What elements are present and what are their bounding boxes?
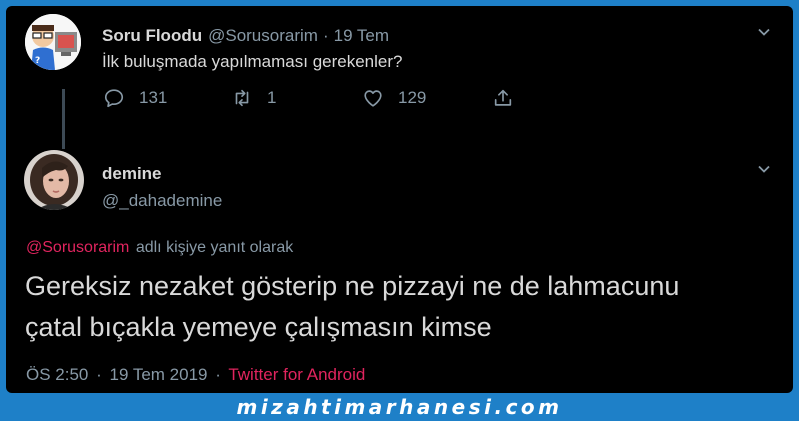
share-action[interactable] xyxy=(492,83,528,113)
watermark-footer: mizahtimarhanesi.com xyxy=(0,393,799,421)
reply-icon xyxy=(104,89,124,108)
tweet-source-link[interactable]: Twitter for Android xyxy=(228,365,365,384)
reply-text-line-2: çatal bıçakla yemeye çalışmasın kimse xyxy=(25,312,492,342)
reply-to-handle-link[interactable]: @Sorusorarim xyxy=(26,239,129,256)
parent-avatar[interactable]: ? xyxy=(25,14,81,70)
thread-connector-line xyxy=(62,89,65,149)
parent-handle[interactable]: @Sorusorarim xyxy=(208,26,318,46)
parent-chevron-down-icon[interactable] xyxy=(756,24,772,40)
meta-separator-2: · xyxy=(215,365,221,384)
parent-display-name[interactable]: Soru Floodu xyxy=(102,26,202,46)
like-count: 129 xyxy=(398,88,427,107)
svg-text:?: ? xyxy=(35,56,40,66)
reply-text-line-1: Gereksiz nezaket gösterip ne pizzayi ne … xyxy=(25,271,680,301)
share-icon xyxy=(494,89,512,106)
like-icon xyxy=(364,90,382,107)
tweet-date[interactable]: 19 Tem 2019 xyxy=(110,365,208,384)
parent-tweet-text: İlk buluşmada yapılmaması gerekenler? xyxy=(102,52,403,71)
reply-action[interactable]: 131 xyxy=(103,83,167,113)
watermark-text: mizahtimarhanesi.com xyxy=(236,395,563,419)
reply-count: 131 xyxy=(139,88,168,107)
meta-separator-1: · xyxy=(96,365,102,384)
reply-handle[interactable]: @_dahademine xyxy=(102,191,222,211)
retweet-count: 1 xyxy=(267,88,277,107)
replying-to-line: @Sorusorarim adlı kişiye yanıt olarak xyxy=(26,239,293,257)
reply-avatar[interactable] xyxy=(24,150,84,210)
parent-header: Soru Floodu @Sorusorarim · 19 Tem xyxy=(102,26,389,48)
parent-date[interactable]: 19 Tem xyxy=(334,26,389,46)
reply-tweet-text: Gereksiz nezaket gösterip ne pizzayi ne … xyxy=(25,266,679,348)
retweet-icon xyxy=(235,89,249,107)
tweet-meta-line: ÖS 2:50 · 19 Tem 2019 · Twitter for Andr… xyxy=(26,365,365,385)
tweet-thread-card: ? Soru Floodu @Sorusorarim · 19 Tem İlk … xyxy=(6,6,793,393)
reply-to-suffix: adlı kişiye yanıt olarak xyxy=(135,239,294,256)
tweet-time[interactable]: ÖS 2:50 xyxy=(26,365,88,384)
reply-display-name[interactable]: demine xyxy=(102,164,162,184)
retweet-action[interactable]: 1 xyxy=(231,83,276,113)
parent-separator: · xyxy=(322,26,329,45)
reply-chevron-down-icon[interactable] xyxy=(756,161,772,177)
like-action[interactable]: 129 xyxy=(362,83,426,113)
